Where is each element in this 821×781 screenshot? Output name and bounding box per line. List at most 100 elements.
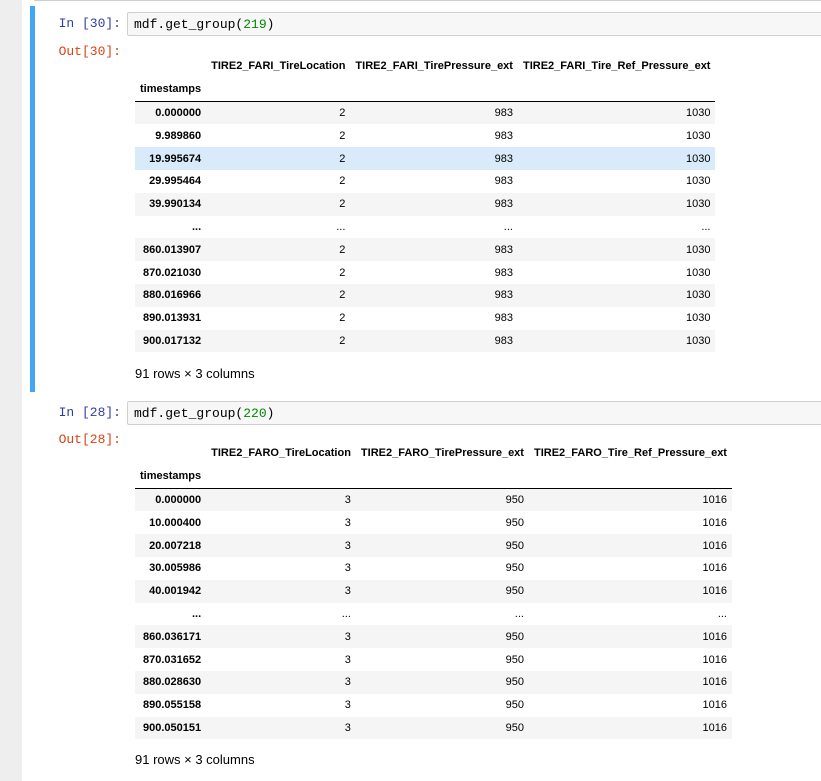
table-cell: 950 [505,493,524,506]
table-cell: ... [341,607,351,620]
index-header-row: timestamps [135,464,732,489]
row-index: 30.005986 [149,562,202,575]
code-input[interactable]: mdf.get_group(219) [127,12,821,36]
row-index: 0.000000 [155,106,202,119]
table-cell: 3 [344,539,351,552]
table-cell: 1030 [686,243,711,256]
table-cell: ... [503,220,513,233]
table-cell: 2 [339,106,346,119]
row-index: 9.989860 [155,129,202,142]
column-header-spacer [206,77,351,102]
row-index: 0.000000 [155,493,202,506]
table-row: 0.000000 3 950 1016 [135,488,732,512]
column-header-spacer [517,77,716,102]
column-header-spacer [206,464,356,489]
column-header: TIRE2_FARI_TirePressure_ext [355,60,513,73]
table-cell: 3 [344,585,351,598]
code-input[interactable]: mdf.get_group(220) [127,401,821,425]
table-cell: 1016 [702,721,727,734]
table-cell: 2 [339,129,346,142]
table-row: 870.031652 3 950 1016 [135,648,732,671]
column-header: TIRE2_FARO_Tire_Ref_Pressure_ext [533,447,727,460]
table-cell: ... [717,607,727,620]
index-name: timestamps [135,464,207,489]
table-cell: 983 [494,312,513,325]
table-cell: 1030 [686,266,711,279]
code-text: mdf.get_group(219) [134,17,275,32]
table-cell: 3 [344,699,351,712]
table-row: 39.990134 2 983 1030 [135,192,716,216]
row-index: 890.013931 [143,312,202,325]
table-cell: 1016 [702,516,727,529]
table-cell: 1016 [702,493,727,506]
table-cell: 3 [344,493,351,506]
table-cell: 983 [494,106,513,119]
table-cell: 983 [494,243,513,256]
table-cell: ... [336,220,346,233]
row-index: 39.990134 [149,198,202,211]
table-cell: ... [701,220,711,233]
column-header: TIRE2_FARO_TirePressure_ext [360,447,524,460]
table-cell: 950 [505,585,524,598]
table-row: 890.013931 2 983 1030 [135,306,716,330]
table-cell: 1030 [686,129,711,142]
row-index: 880.016966 [143,289,202,302]
table-cell: 2 [339,152,346,165]
table-cell: 2 [339,175,346,188]
row-index: 900.017132 [143,334,202,347]
row-index: 870.021030 [143,266,202,279]
row-index: ... [191,607,202,620]
column-header-spacer [528,464,732,489]
table-cell: 983 [494,198,513,211]
column-header: TIRE2_FARI_TireLocation [211,60,346,73]
table-cell: 3 [344,562,351,575]
table-row: ............ [135,602,732,626]
table-cell: 983 [494,289,513,302]
table-cell: 3 [344,653,351,666]
table-row: 10.000400 3 950 1016 [135,511,732,535]
table-row: 29.995464 2 983 1030 [135,169,716,193]
table-row: 900.017132 2 983 1030 [135,329,716,353]
table-cell: 1030 [686,289,711,302]
column-header-spacer [355,464,529,489]
out-prompt: Out[30]: [58,44,121,59]
table-row: 870.021030 2 983 1030 [135,261,716,284]
row-index: ... [191,220,202,233]
table-row: 19.995674 2 983 1030 [135,147,716,170]
table-cell: 1030 [686,334,711,347]
row-index: 870.031652 [143,653,202,666]
table-row: 860.013907 2 983 1030 [135,238,716,262]
in-prompt: In [30]: [58,16,121,31]
row-index: 860.013907 [143,243,202,256]
table-cell: 950 [505,653,524,666]
table-cell: 983 [494,152,513,165]
table-cell: 3 [344,630,351,643]
table-cell: 3 [344,721,351,734]
column-header: TIRE2_FARI_Tire_Ref_Pressure_ext [522,60,711,73]
table-cell: 1030 [686,198,711,211]
table-cell: 1016 [702,653,727,666]
table-cell: 950 [505,539,524,552]
table-cell: 1016 [702,699,727,712]
table-row: 900.050151 3 950 1016 [135,716,732,740]
code-cell-28[interactable]: In [28]: mdf.get_group(220) Out[28]: TIR… [30,395,821,781]
column-header-spacer [350,77,518,102]
table-cell: 1016 [702,585,727,598]
table-cell: 2 [339,312,346,325]
code-cell-30[interactable]: In [30]: mdf.get_group(219) Out[30]: TIR… [30,6,821,392]
previous-cell-edge [34,0,821,5]
dataframe-table: TIRE2_FARO_TireLocation TIRE2_FARO_TirePr… [135,442,732,740]
table-cell: 3 [344,516,351,529]
table-row: 30.005986 3 950 1016 [135,556,732,580]
table-row: ............ [135,215,716,239]
table-cell: 983 [494,175,513,188]
table-cell: 1016 [702,539,727,552]
row-index: 19.995674 [149,152,202,165]
dataframe-shape: 91 rows × 3 columns [135,366,255,381]
row-index: 880.028630 [143,676,202,689]
table-row: 880.016966 2 983 1030 [135,283,716,307]
table-cell: 1016 [702,676,727,689]
row-index: 10.000400 [149,516,202,529]
table-row: 9.989860 2 983 1030 [135,124,716,148]
index-header-row: timestamps [135,77,716,102]
